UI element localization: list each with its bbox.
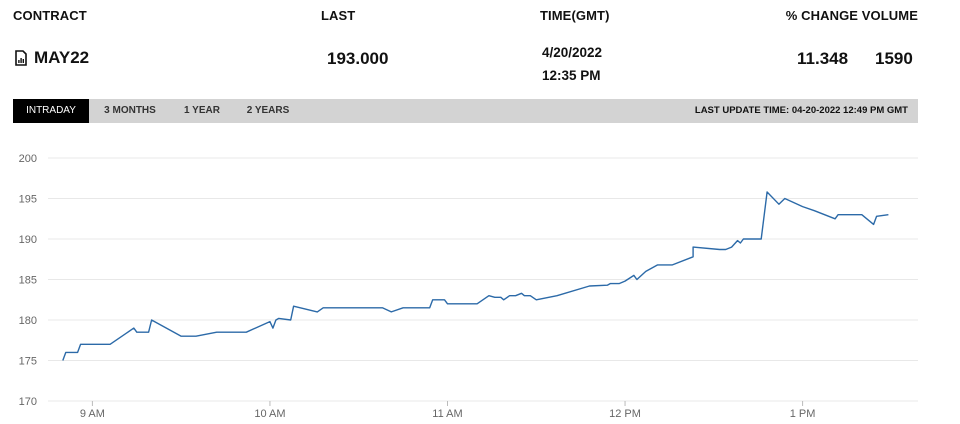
- y-tick-label: 185: [19, 275, 37, 287]
- time-header: TIME(GMT): [540, 8, 610, 23]
- x-tick-label: 11 AM: [432, 408, 462, 420]
- chart-document-icon[interactable]: [14, 50, 28, 66]
- y-tick-label: 200: [19, 153, 37, 165]
- last-update-time: LAST UPDATE TIME: 04-20-2022 12:49 PM GM…: [694, 105, 908, 116]
- tab-2-years[interactable]: 2 YEARS: [241, 99, 295, 123]
- x-tick-label: 12 PM: [609, 408, 641, 420]
- y-tick-label: 190: [19, 234, 37, 246]
- chart-gridlines: [48, 157, 918, 402]
- range-tab-bar: INTRADAY 3 MONTHS 1 YEAR 2 YEARS LAST UP…: [13, 99, 918, 123]
- time-value: 12:35 PM: [542, 68, 601, 83]
- tab-1-year[interactable]: 1 YEAR: [177, 99, 227, 123]
- y-tick-label: 180: [19, 315, 37, 327]
- tab-intraday[interactable]: INTRADAY: [13, 99, 89, 123]
- x-tick-label: 1 PM: [790, 408, 816, 420]
- contract-header: CONTRACT: [13, 8, 87, 23]
- change-volume-header: % CHANGE VOLUME: [785, 8, 918, 23]
- volume-value: 1590: [875, 49, 913, 68]
- last-header: LAST: [321, 8, 356, 23]
- x-tick-label: 10 AM: [254, 408, 285, 420]
- intraday-price-chart: 170 175 180 185 190 195 200 9 AM 10 AM 11 AM 12 P…: [19, 153, 918, 420]
- date-value: 4/20/2022: [542, 45, 603, 60]
- change-value: 11.348: [797, 49, 849, 68]
- chart-x-axis: 9 AM 10 AM 11 AM 12 PM 1 PM: [80, 401, 816, 420]
- x-tick-label: 9 AM: [80, 408, 105, 420]
- tab-3-months[interactable]: 3 MONTHS: [97, 99, 163, 123]
- chart-y-axis: 170 175 180 185 190 195 200: [19, 153, 37, 408]
- y-tick-label: 170: [19, 396, 37, 408]
- y-tick-label: 175: [19, 356, 37, 368]
- y-tick-label: 195: [19, 194, 37, 206]
- price-series-line: [62, 191, 889, 361]
- last-value: 193.000: [327, 49, 389, 68]
- contract-cell[interactable]: MAY22: [14, 48, 89, 68]
- contract-value: MAY22: [34, 48, 90, 67]
